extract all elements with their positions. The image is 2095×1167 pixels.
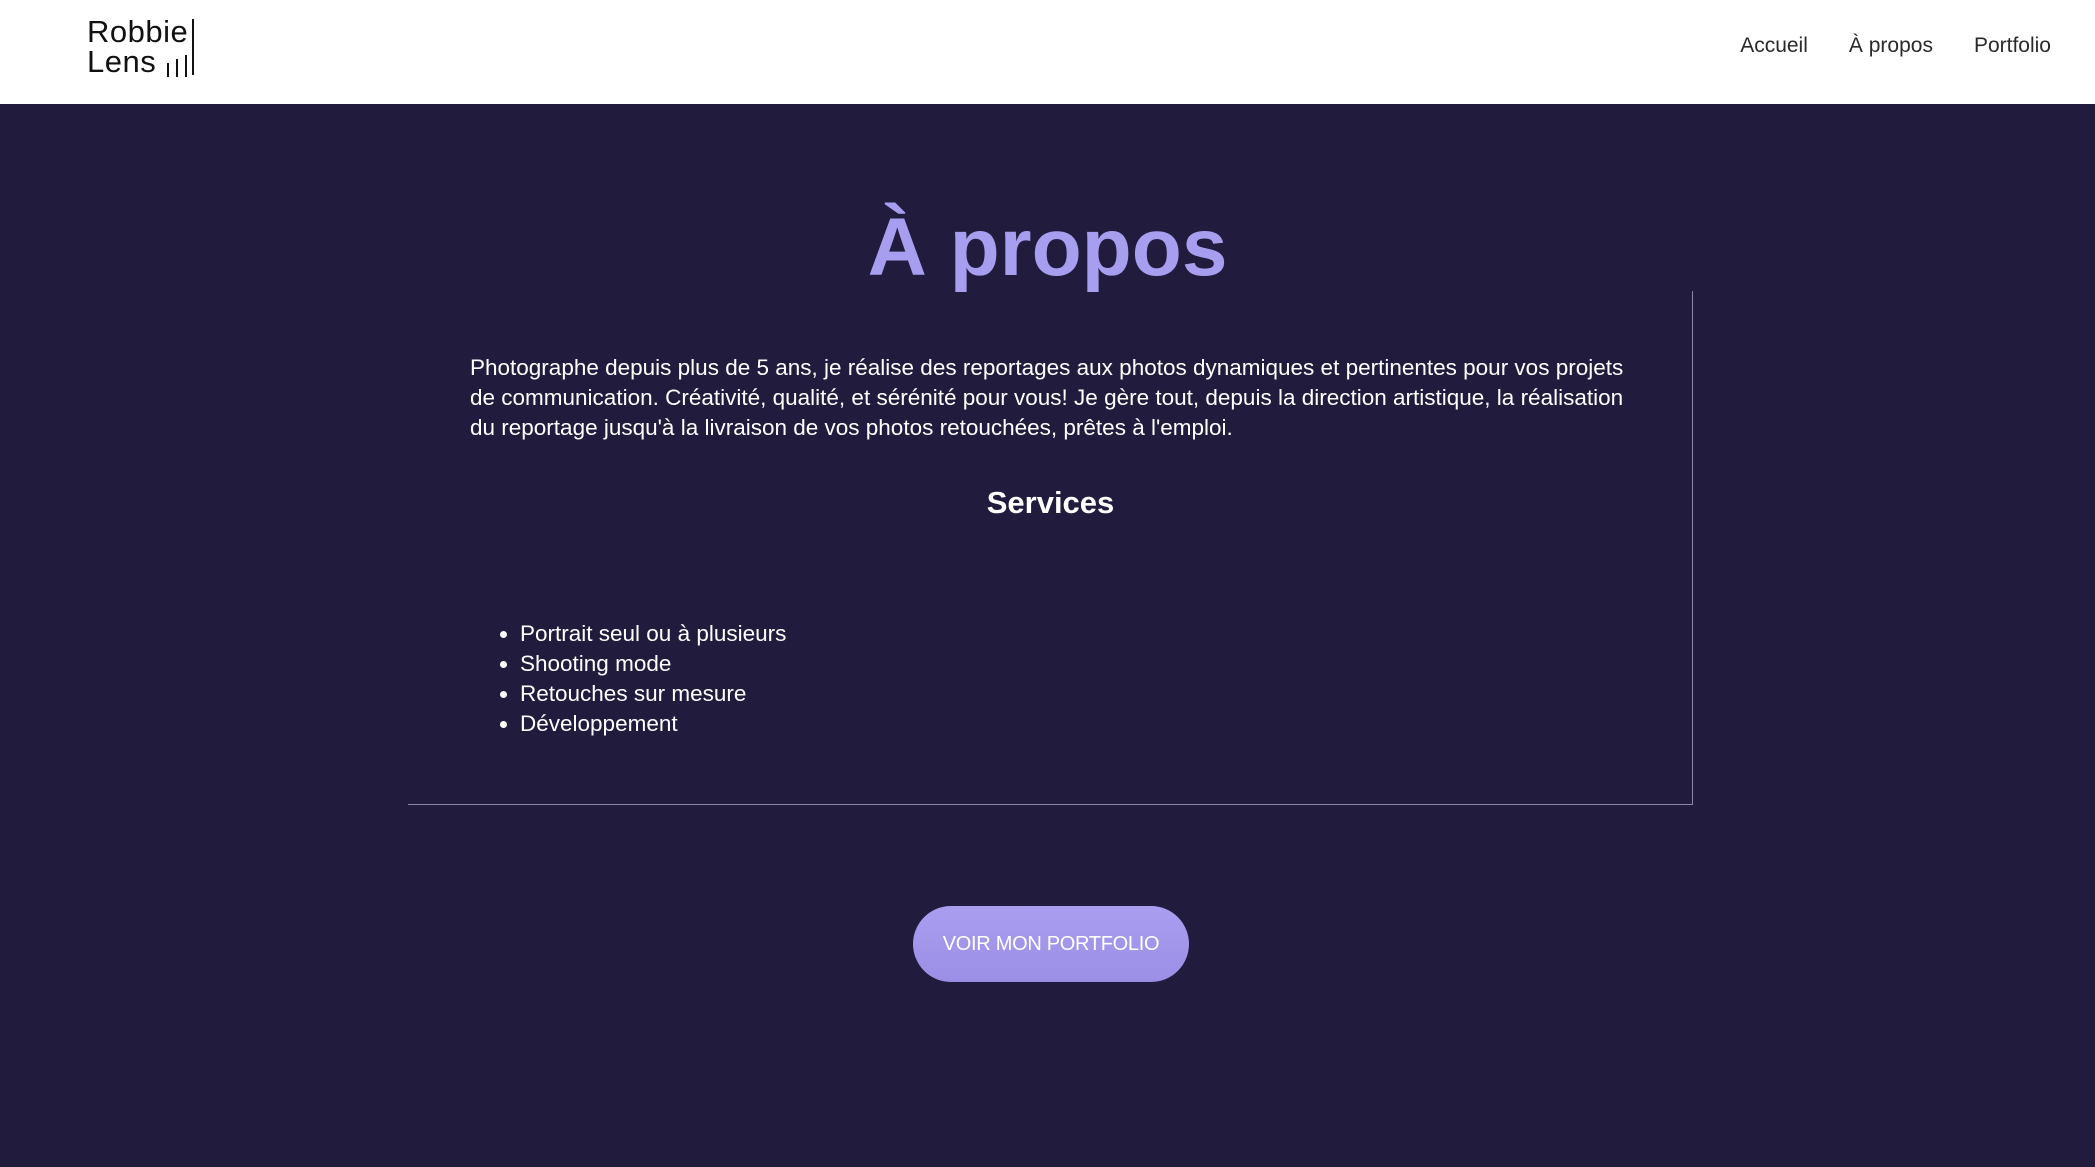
main-nav: Accueil À propos Portfolio: [1740, 34, 2051, 58]
nav-item-accueil[interactable]: Accueil: [1740, 34, 1808, 58]
services-title: Services: [986, 485, 1115, 520]
logo-vertical-bar: [192, 19, 194, 75]
nav-item-a-propos[interactable]: À propos: [1849, 34, 1933, 58]
list-item: Retouches sur mesure: [520, 679, 786, 709]
nav-item-portfolio[interactable]: Portfolio: [1974, 34, 2051, 58]
services-list: Portrait seul ou à plusieurs Shooting mo…: [520, 619, 786, 739]
list-item: Développement: [520, 709, 786, 739]
list-item: Shooting mode: [520, 649, 786, 679]
about-card: Photographe depuis plus de 5 ans, je réa…: [408, 291, 1693, 805]
intro-text: Photographe depuis plus de 5 ans, je réa…: [470, 355, 1624, 440]
list-item: Portrait seul ou à plusieurs: [520, 619, 786, 649]
portfolio-button[interactable]: VOIR MON PORTFOLIO: [913, 906, 1189, 982]
logo-line-1: Robbie: [87, 14, 189, 49]
site-header: Robbie Lens Accueil À propos Portfolio: [0, 0, 2095, 104]
page-title: À propos: [867, 202, 1228, 293]
logo[interactable]: Robbie Lens: [87, 14, 197, 77]
